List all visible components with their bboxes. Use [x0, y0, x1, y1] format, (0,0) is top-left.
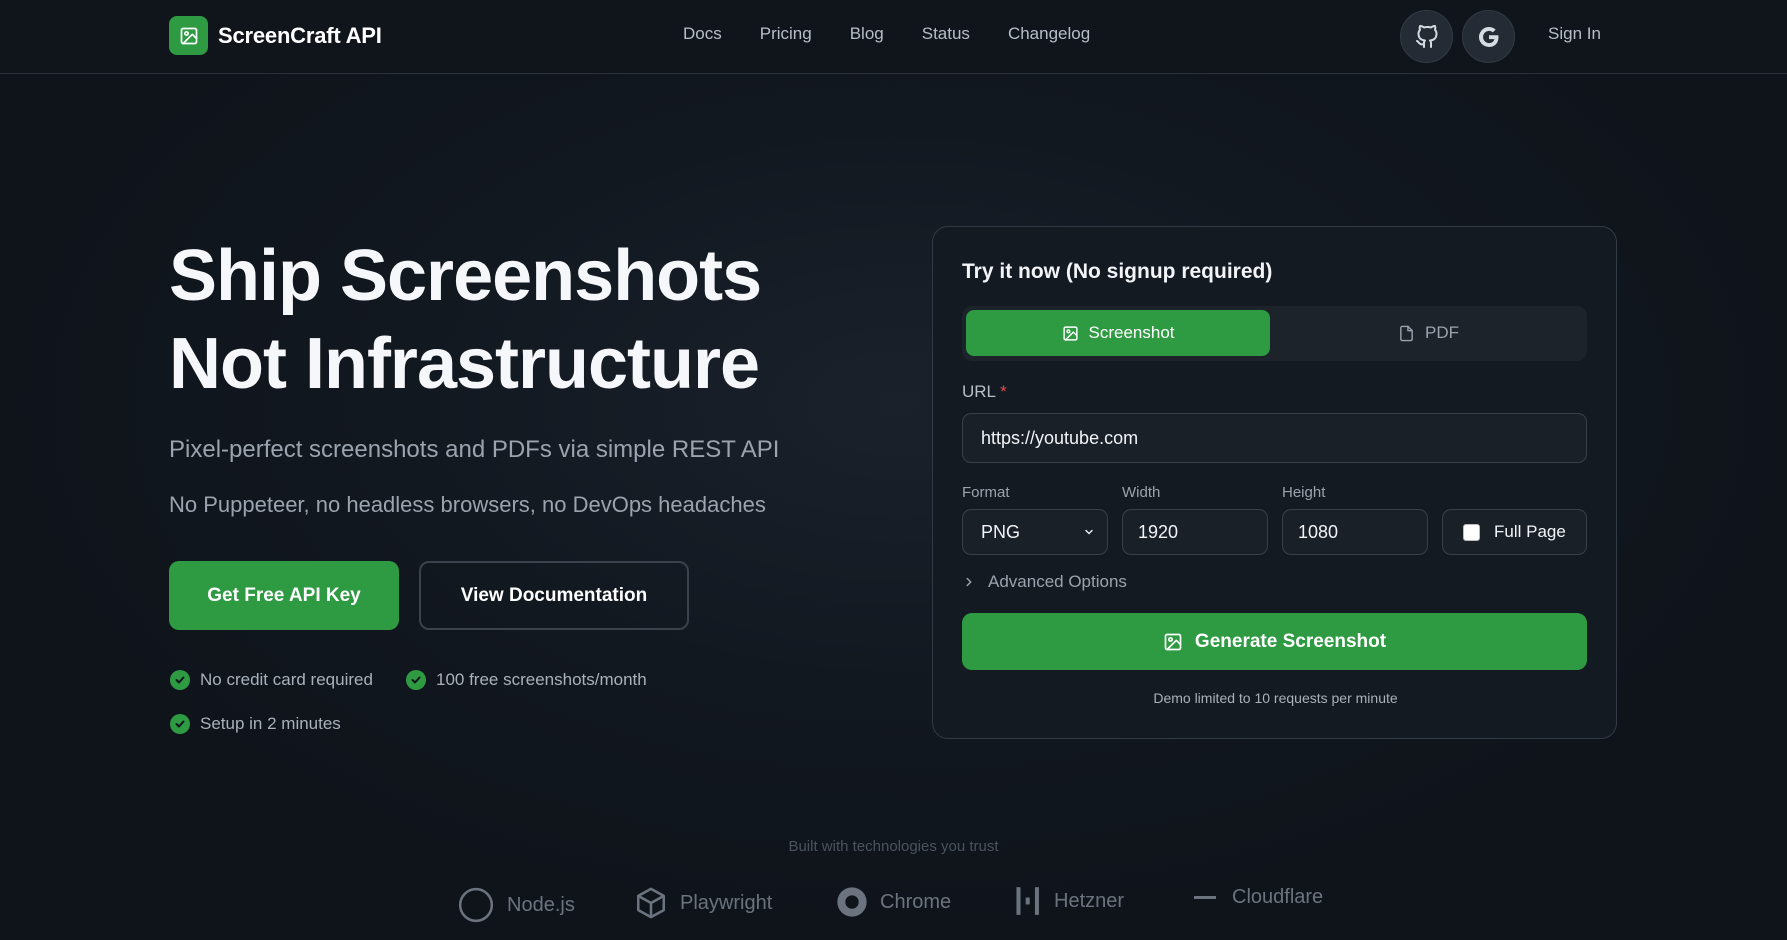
chrome-icon — [837, 887, 867, 917]
hero-subtitle-secondary: No Puppeteer, no headless browsers, no D… — [169, 492, 766, 517]
image-icon — [169, 16, 208, 55]
format-select[interactable]: PNG — [962, 509, 1108, 555]
image-icon — [1062, 325, 1078, 341]
tech-strip-title: Built with technologies you trust — [788, 838, 999, 855]
chevron-down-icon — [1085, 529, 1093, 535]
url-input[interactable]: https://youtube.com — [962, 413, 1587, 463]
url-input-value: https://youtube.com — [981, 427, 1139, 448]
full-page-checkbox[interactable] — [1463, 523, 1480, 541]
format-select-value: PNG — [981, 521, 1021, 542]
advanced-options-toggle[interactable]: Advanced Options — [962, 572, 1127, 592]
width-input-value: 1920 — [1138, 521, 1179, 542]
nav-link-changelog[interactable]: Changelog — [1008, 24, 1090, 44]
hero-title-line1: Ship Screenshots — [169, 236, 762, 316]
mode-tabs: Screenshot PDF — [962, 306, 1587, 361]
tab-screenshot-label: Screenshot — [1088, 323, 1175, 342]
view-documentation-button[interactable]: View Documentation — [419, 561, 689, 630]
tab-screenshot[interactable]: Screenshot — [966, 310, 1270, 356]
nav-link-blog[interactable]: Blog — [850, 24, 884, 44]
tab-pdf-label: PDF — [1425, 323, 1459, 342]
tech-item-cloudflare: Cloudflare — [1192, 886, 1323, 909]
generate-screenshot-label: Generate Screenshot — [1194, 630, 1387, 652]
card-title: Try it now (No signup required) — [962, 260, 1273, 283]
github-icon — [1415, 24, 1437, 48]
check-item: 100 free screenshots/month — [406, 670, 647, 690]
hero-title-line2: Not Infrastructure — [169, 324, 760, 404]
tech-item-label: Playwright — [680, 891, 773, 914]
full-page-label: Full Page — [1494, 522, 1566, 541]
check-item-label: Setup in 2 minutes — [200, 714, 341, 733]
tab-pdf[interactable]: PDF — [1274, 310, 1583, 356]
height-label: Height — [1282, 484, 1326, 501]
tech-item-label: Cloudflare — [1232, 886, 1324, 908]
url-label: URL * — [962, 382, 1007, 402]
nav-links: Docs Pricing Blog Status Changelog — [683, 24, 1090, 44]
nav-link-status[interactable]: Status — [922, 24, 970, 44]
minus-icon — [1194, 895, 1216, 899]
tech-item-chrome: Chrome — [836, 886, 951, 918]
check-item: No credit card required — [170, 670, 373, 690]
hero-title: Ship Screenshots Not Infrastructure — [169, 232, 929, 408]
nav-link-pricing[interactable]: Pricing — [760, 24, 812, 44]
height-input-value: 1080 — [1298, 521, 1339, 542]
format-label: Format — [962, 484, 1010, 501]
nav-link-docs[interactable]: Docs — [683, 24, 722, 44]
check-item: Setup in 2 minutes — [170, 714, 341, 734]
tech-item-label: Node.js — [507, 893, 575, 916]
chevron-right-icon — [966, 577, 972, 587]
image-icon — [1164, 633, 1182, 650]
brand[interactable]: ScreenCraft API — [169, 16, 382, 55]
check-item-label: 100 free screenshots/month — [436, 670, 647, 689]
advanced-options-label: Advanced Options — [988, 572, 1127, 591]
google-button[interactable] — [1462, 10, 1515, 63]
get-api-key-button[interactable]: Get Free API Key — [169, 561, 399, 630]
height-input[interactable]: 1080 — [1282, 509, 1428, 555]
bars-icon — [1016, 887, 1039, 915]
file-icon — [1400, 325, 1413, 341]
demo-limit-note: Demo limited to 10 requests per minute — [1153, 690, 1398, 706]
top-navbar: ScreenCraft API Docs Pricing Blog Status… — [0, 0, 1787, 74]
full-page-toggle[interactable]: Full Page — [1442, 509, 1587, 555]
tech-item-label: Hetzner — [1054, 889, 1125, 912]
check-circle-icon — [170, 670, 190, 690]
tech-item-playwright: Playwright — [634, 886, 772, 920]
tech-item-hetzner: Hetzner — [1014, 886, 1124, 916]
check-circle-icon — [406, 670, 426, 690]
sign-in-link[interactable]: Sign In — [1548, 24, 1601, 44]
required-marker: * — [1000, 382, 1007, 401]
hero-subtitle: Pixel-perfect screenshots and PDFs via s… — [169, 436, 780, 463]
github-button[interactable] — [1400, 10, 1453, 63]
tech-item-nodejs: Node.js — [457, 886, 575, 924]
tech-item-label: Chrome — [880, 890, 952, 913]
width-input[interactable]: 1920 — [1122, 509, 1268, 555]
check-circle-icon — [170, 714, 190, 734]
box-icon — [636, 887, 666, 919]
generate-screenshot-button[interactable]: Generate Screenshot — [962, 613, 1587, 670]
brand-name: ScreenCraft API — [218, 22, 382, 48]
width-label: Width — [1122, 484, 1161, 501]
try-it-card: Try it now (No signup required) Screensh… — [932, 226, 1617, 739]
circle-icon — [458, 887, 494, 923]
google-icon — [1478, 26, 1498, 47]
check-item-label: No credit card required — [200, 670, 373, 689]
url-label-text: URL — [962, 382, 996, 401]
